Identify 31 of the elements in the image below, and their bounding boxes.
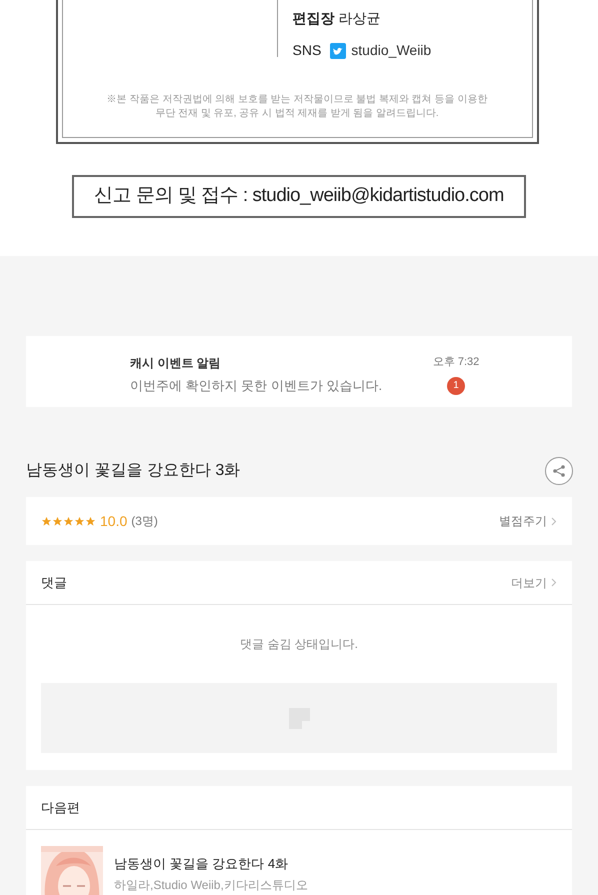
notification-time: 오후 7:32 [432, 355, 480, 370]
star-icon [63, 516, 74, 526]
unread-badge: 1 [447, 376, 465, 394]
notification-title: 캐시 이벤트 알림 [130, 355, 222, 372]
hidden-comments-message: 댓글 숨김 상태입니다. [240, 636, 358, 653]
more-link[interactable]: 더보기 [511, 574, 557, 592]
next-episode-authors: 하일라,Studio Weiib,키다리스튜디오 [114, 876, 308, 894]
notification-message: 이번주에 확인하지 못한 이벤트가 있습니다. [130, 377, 384, 395]
notification-card[interactable]: 캐시 이벤트 알림 이번주에 확인하지 못한 이벤트가 있습니다. 오후 7:32 1 [26, 336, 572, 407]
share-button[interactable] [545, 457, 573, 485]
star-icon [52, 516, 63, 526]
chevron-right-icon [551, 578, 557, 587]
share-icon [552, 464, 566, 478]
rating-count: (3명) [131, 513, 158, 530]
comments-title: 댓글 [41, 574, 67, 592]
sns-handle: studio_Weiib [351, 41, 432, 60]
next-episode-heading: 다음편 [41, 798, 80, 817]
bird-icon [330, 42, 346, 58]
report-contact: 신고 문의 및 접수 : studio_weiib@kidartistudio.com [72, 175, 526, 218]
copyright-notice: 무단 전재 및 유포, 공유 시 법적 제재를 받게 됨을 알려드립니다. [155, 107, 439, 121]
star-icon [85, 516, 96, 526]
rate-link[interactable]: 별점주기 [499, 512, 557, 530]
editor-credit: 편집장 라상균 [292, 9, 382, 28]
chevron-right-icon [551, 516, 557, 526]
rating-score: 10.0 [100, 512, 128, 530]
next-episode-title[interactable]: 남동생이 꽃길을 강요한다 4화 [114, 854, 308, 874]
sns-label: SNS [292, 41, 322, 60]
episode-title: 남동생이 꽃길을 강요한다 3화 [26, 461, 240, 481]
copyright-notice: ※본 작품은 저작권법에 의해 보호를 받는 저작물이므로 불법 복제와 캡쳐 등을 이용한 [106, 93, 488, 107]
star-icon [41, 516, 52, 526]
star-icon [74, 516, 85, 526]
